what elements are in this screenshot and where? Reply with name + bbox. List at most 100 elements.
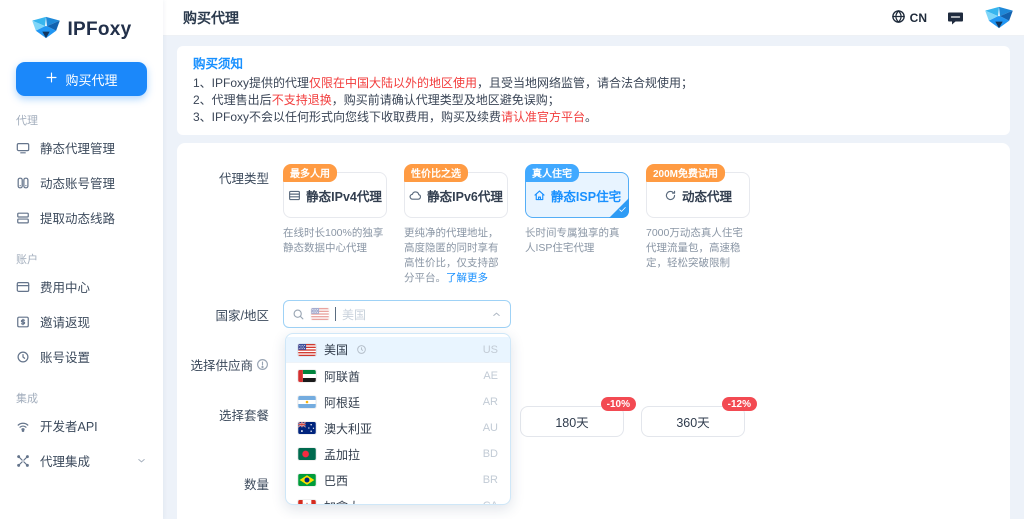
country-name: 巴西 — [324, 472, 348, 489]
api-icon — [16, 419, 31, 433]
brand-name: IPFoxy — [67, 19, 131, 41]
proxy-type-card-isp[interactable]: 真人住宅静态ISP住宅 — [525, 172, 629, 218]
integration-icon — [16, 454, 31, 468]
clock-icon — [356, 344, 367, 355]
fox-logo-icon — [31, 16, 61, 44]
sidebar-item-label: 代理集成 — [40, 451, 90, 470]
language-label: CN — [910, 11, 927, 25]
country-option-ca[interactable]: 加拿大 CA — [286, 493, 510, 505]
sidebar-section-label: 集成 — [16, 390, 163, 406]
flag-ca-icon — [298, 500, 316, 505]
sidebar-item-billing-center[interactable]: 费用中心 — [0, 269, 163, 304]
country-option-us[interactable]: 美国 US — [286, 337, 510, 363]
country-code: AE — [483, 370, 498, 382]
sidebar-item-dynamic-account[interactable]: 动态账号管理 — [0, 165, 163, 200]
selected-country-flag-icon — [311, 308, 329, 320]
learn-more-link[interactable]: 了解更多 — [446, 272, 488, 284]
country-name: 澳大利亚 — [324, 420, 372, 437]
plan-option-360[interactable]: 360天-12% — [641, 406, 745, 437]
proxy-type-badge: 真人住宅 — [525, 164, 579, 182]
notice-text: ，购买前请确认代理类型及地区避免误购； — [332, 93, 560, 107]
sidebar-item-label: 费用中心 — [40, 277, 90, 296]
sidebar-item-developer-api[interactable]: 开发者API — [0, 408, 163, 443]
sidebar-item-proxy-integration[interactable]: 代理集成 — [0, 443, 163, 478]
flag-ar-icon — [298, 396, 316, 408]
sidebar-item-invite-cashback[interactable]: 邀请返现 — [0, 304, 163, 339]
proxy-type-card-ipv6[interactable]: 性价比之选静态IPv6代理 — [404, 172, 508, 218]
supplier-label-text: 选择供应商 — [190, 355, 253, 374]
text-cursor — [335, 307, 336, 321]
proxy-type-badge: 性价比之选 — [404, 164, 468, 182]
support-chat-icon[interactable] — [947, 10, 964, 26]
row-country: 国家/地区 美国 美国US阿联酋AE阿根廷AR澳大利亚AU孟加拉BD巴西BR加拿… — [177, 300, 1010, 328]
check-icon — [618, 205, 627, 217]
purchase-notice-line: 3、IPFoxy不会以任何形式向您线下收取费用，购买及续费请认准官方平台。 — [193, 109, 994, 126]
selected-country-ghost: 美国 — [342, 306, 366, 323]
monitor-icon — [16, 141, 31, 155]
country-code: CA — [483, 500, 498, 505]
country-option-au[interactable]: 澳大利亚 AU — [286, 415, 510, 441]
purchase-notice-lines: 1、IPFoxy提供的代理仅限在中国大陆以外的地区使用，且受当地网络监管，请合法… — [193, 75, 994, 126]
country-option-bd[interactable]: 孟加拉BD — [286, 441, 510, 467]
sidebar-section-label: 账户 — [16, 251, 163, 267]
flag-br-icon — [298, 474, 316, 486]
country-select-input[interactable]: 美国 — [283, 300, 511, 328]
notice-highlight: 仅限在中国大陆以外的地区使用 — [309, 76, 477, 90]
notice-text: ，且受当地网络监管，请合法合规使用； — [477, 76, 693, 90]
proxy-type-description: 在线时长100%的独享静态数据中心代理 — [283, 226, 387, 256]
user-avatar[interactable] — [984, 6, 1014, 29]
quantity-label: 数量 — [193, 469, 269, 493]
proxy-type-cards: 最多人用静态IPv4代理在线时长100%的独享静态数据中心代理性价比之选静态IP… — [283, 163, 1010, 286]
proxy-type-desc-text: 长时间专属独享的真人ISP住宅代理 — [525, 227, 620, 254]
proxy-type-description: 长时间专属独享的真人ISP住宅代理 — [525, 226, 629, 256]
main-content: 购买须知 1、IPFoxy提供的代理仅限在中国大陆以外的地区使用，且受当地网络监… — [163, 36, 1024, 519]
brand-logo: IPFoxy — [0, 0, 163, 54]
proxy-type-card-dynamic[interactable]: 200M免费试用动态代理 — [646, 172, 750, 218]
language-switcher[interactable]: CN — [891, 9, 927, 27]
proxy-type-description: 7000万动态真人住宅代理流量包，高速稳定，轻松突破限制 — [646, 226, 750, 271]
flag-au-icon — [298, 422, 316, 434]
sidebar-item-label: 动态账号管理 — [40, 173, 115, 192]
sidebar-item-account-settings[interactable]: 账号设置 — [0, 339, 163, 374]
app-window: IPFoxy 购买代理 代理静态代理管理动态账号管理提取动态线路账户费用中心邀请… — [0, 0, 1024, 519]
plan-label: 180天 — [555, 412, 588, 431]
accounts-icon — [16, 176, 31, 190]
plus-icon — [45, 71, 58, 87]
country-code: US — [483, 344, 498, 356]
topbar-actions: CN — [891, 6, 1010, 29]
sidebar-item-extract-lines[interactable]: 提取动态线路 — [0, 200, 163, 235]
cloud-icon — [409, 189, 422, 202]
info-icon[interactable] — [256, 358, 269, 371]
plan-option-180[interactable]: 180天-10% — [520, 406, 624, 437]
globe-icon — [891, 9, 906, 27]
country-code: BD — [483, 448, 498, 460]
flag-ae-icon — [298, 370, 316, 382]
home-icon — [533, 189, 546, 202]
grid-icon — [288, 189, 301, 202]
country-name: 美国 — [324, 341, 348, 358]
purchase-notice-title: 购买须知 — [193, 53, 994, 72]
country-name: 阿联酋 — [324, 368, 360, 385]
sidebar-item-static-proxy[interactable]: 静态代理管理 — [0, 130, 163, 165]
proxy-type-name: 静态IPv4代理 — [306, 186, 382, 205]
sidebar-item-label: 开发者API — [40, 416, 98, 435]
proxy-type-badge: 200M免费试用 — [646, 164, 725, 182]
plan-label: 360天 — [676, 412, 709, 431]
buy-proxy-button[interactable]: 购买代理 — [16, 62, 147, 96]
row-proxy-type: 代理类型 最多人用静态IPv4代理在线时长100%的独享静态数据中心代理性价比之… — [177, 163, 1010, 286]
country-code: AU — [483, 422, 498, 434]
proxy-type-label: 代理类型 — [193, 163, 269, 187]
country-name: 阿根廷 — [324, 394, 360, 411]
country-name: 加拿大 — [324, 498, 360, 506]
chevron-down-icon — [136, 455, 147, 466]
country-code: BR — [483, 474, 498, 486]
proxy-type-card-ipv4[interactable]: 最多人用静态IPv4代理 — [283, 172, 387, 218]
chevron-up-icon — [491, 309, 502, 320]
country-option-ar[interactable]: 阿根廷AR — [286, 389, 510, 415]
proxy-type-name: 静态IPv6代理 — [427, 186, 503, 205]
country-option-br[interactable]: 巴西 BR — [286, 467, 510, 493]
country-option-ae[interactable]: 阿联酋 AE — [286, 363, 510, 389]
proxy-type-column: 真人住宅静态ISP住宅长时间专属独享的真人ISP住宅代理 — [525, 172, 629, 286]
proxy-type-badge: 最多人用 — [283, 164, 337, 182]
purchase-notice: 购买须知 1、IPFoxy提供的代理仅限在中国大陆以外的地区使用，且受当地网络监… — [177, 46, 1010, 135]
